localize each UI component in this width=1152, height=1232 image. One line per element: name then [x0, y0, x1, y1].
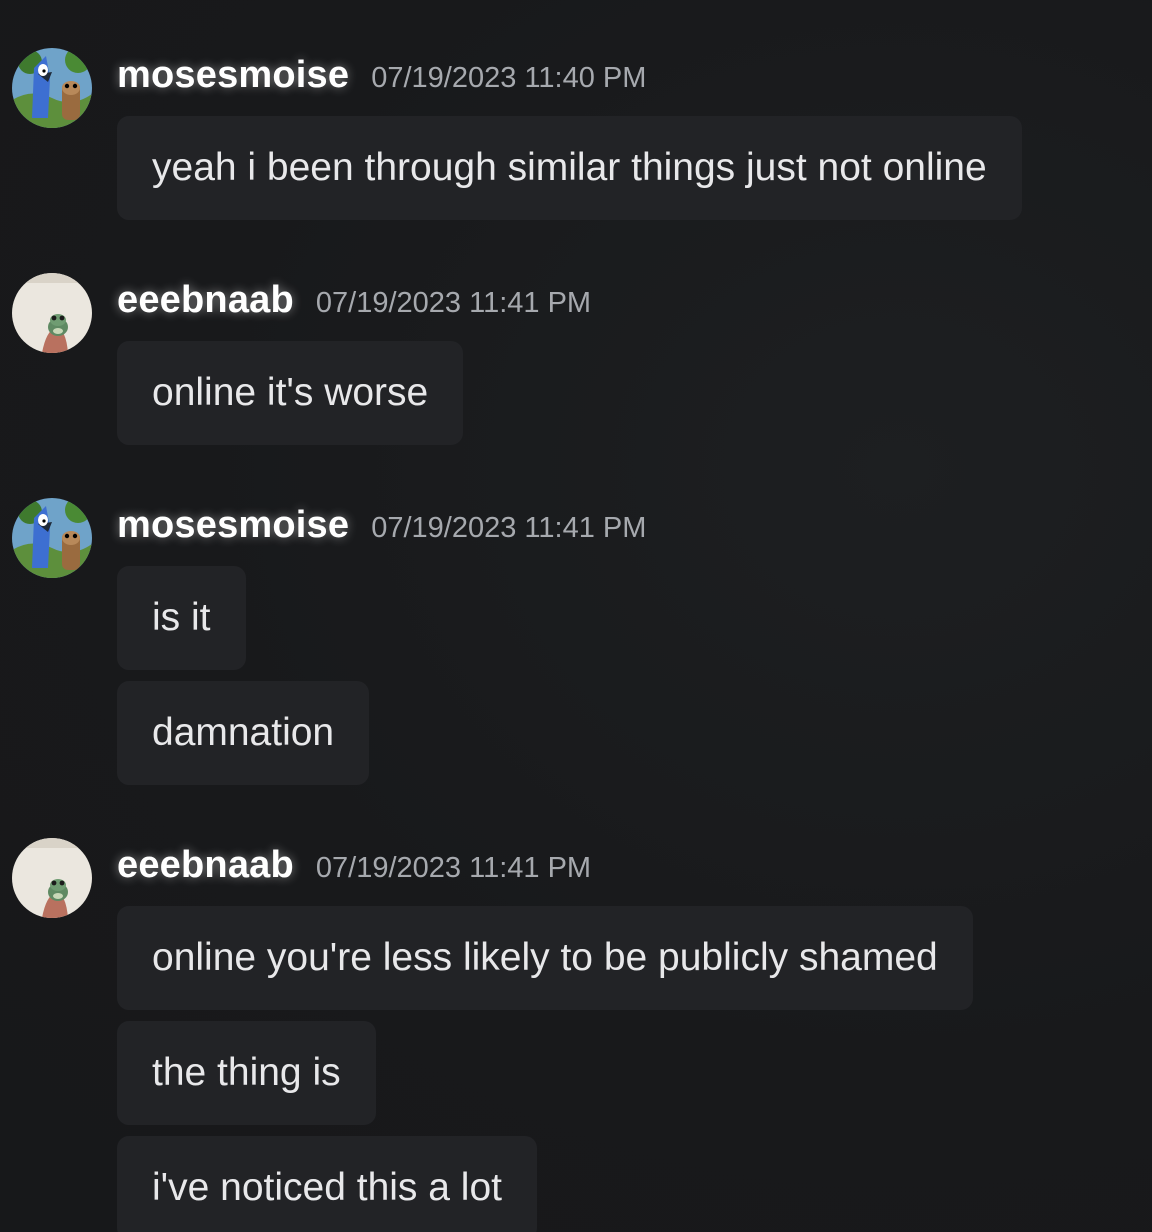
- message-header: mosesmoise 07/19/2023 11:40 PM: [117, 54, 646, 104]
- timestamp: 07/19/2023 11:40 PM: [371, 62, 647, 94]
- message-header: eeebnaab 07/19/2023 11:41 PM: [117, 279, 591, 329]
- timestamp: 07/19/2023 11:41 PM: [315, 287, 592, 319]
- message-bubble[interactable]: online you're less likely to be publicly…: [117, 906, 973, 1010]
- frog-avatar-icon[interactable]: [12, 273, 92, 353]
- message-bubble[interactable]: the thing is: [117, 1021, 376, 1125]
- message-header: eeebnaab 07/19/2023 11:41 PM: [117, 844, 591, 894]
- username[interactable]: mosesmoise: [117, 54, 349, 97]
- mordecai-rigby-avatar-icon[interactable]: [12, 498, 92, 578]
- username[interactable]: mosesmoise: [117, 504, 349, 547]
- message-bubble[interactable]: damnation: [117, 681, 370, 785]
- message-bubble[interactable]: i've noticed this a lot: [117, 1136, 537, 1232]
- message-bubble[interactable]: yeah i been through similar things just …: [117, 116, 1022, 220]
- mordecai-rigby-avatar-icon[interactable]: [12, 48, 92, 128]
- timestamp: 07/19/2023 11:41 PM: [371, 512, 647, 544]
- message-bubble[interactable]: is it: [117, 566, 246, 670]
- username[interactable]: eeebnaab: [117, 844, 294, 887]
- frog-avatar-icon[interactable]: [12, 838, 92, 918]
- timestamp: 07/19/2023 11:41 PM: [315, 852, 592, 884]
- message-bubble[interactable]: online it's worse: [117, 341, 464, 445]
- message-header: mosesmoise 07/19/2023 11:41 PM: [117, 504, 646, 554]
- chat-log: mosesmoise 07/19/2023 11:40 PM yeah i be…: [0, 0, 1152, 1232]
- username[interactable]: eeebnaab: [117, 279, 294, 322]
